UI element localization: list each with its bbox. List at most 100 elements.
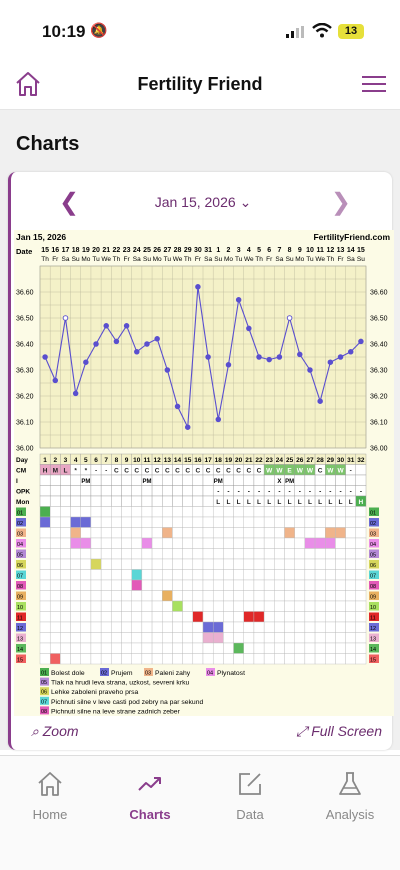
symptom-cell: [151, 579, 163, 591]
y-axis-label: 36.60: [16, 290, 34, 297]
symptom-cell: [121, 642, 132, 654]
symptom-cell: [131, 632, 143, 644]
symptom-cell: [304, 516, 316, 528]
symptom-cell: [49, 632, 61, 644]
symptom-cell: [212, 600, 224, 612]
edit-icon: [239, 773, 261, 795]
symptom-cell: [70, 653, 81, 665]
row-label: I: [16, 478, 18, 485]
symptom-cell: [355, 506, 367, 518]
symptom-cell: [162, 516, 173, 528]
i-value: PM: [142, 479, 151, 485]
date-label: 21: [102, 247, 110, 254]
weekday-label: Fr: [337, 256, 344, 263]
symptom-cell: [39, 653, 51, 665]
symptom-mark: [233, 642, 244, 654]
symptom-cell: [355, 558, 367, 570]
symptom-cell: [80, 506, 92, 518]
fertility-chart[interactable]: Jan 15, 2026 FertilityFriend.com Date 15 16 1…: [14, 230, 394, 772]
symptom-code-left: 07: [17, 574, 23, 580]
symptom-cell: [100, 611, 112, 623]
symptom-cell: [223, 653, 234, 665]
cm-value: E: [287, 468, 292, 475]
symptom-cell: [294, 632, 306, 644]
i-cell: [49, 474, 61, 486]
symptom-cell: [80, 590, 92, 602]
cycle-day: 31: [347, 457, 355, 464]
next-chevron-icon[interactable]: ❯: [331, 188, 351, 217]
tab-data[interactable]: Data: [200, 770, 300, 822]
symptom-cell: [202, 548, 214, 560]
symptom-cell: [39, 621, 51, 633]
symptom-cell: [80, 527, 92, 539]
symptom-cell: [274, 558, 285, 570]
temperature-point: [347, 349, 354, 355]
symptom-cell: [304, 506, 316, 518]
symptom-cell: [243, 569, 255, 581]
symptom-cell: [335, 537, 346, 549]
fullscreen-button[interactable]: ⤢ Full Screen: [296, 723, 382, 740]
opk-cell: [70, 485, 81, 497]
symptom-cell: [223, 632, 234, 644]
cm-value: L: [63, 468, 67, 475]
symptom-cell: [80, 642, 92, 654]
temperature-point: [235, 297, 242, 303]
symptom-cell: [49, 600, 61, 612]
mon-cell: [162, 495, 173, 507]
symptom-cell: [80, 621, 92, 633]
symptom-code-left: 14: [17, 647, 23, 653]
symptom-cell: [80, 548, 92, 560]
symptom-cell: [182, 632, 194, 644]
hamburger-menu-button[interactable]: [362, 76, 386, 97]
symptom-mark: [202, 632, 214, 644]
opk-cell: [182, 485, 194, 497]
symptom-cell: [274, 506, 285, 518]
symptom-cell: [162, 642, 173, 654]
symptom-cell: [182, 548, 194, 560]
temperature-point: [327, 359, 334, 365]
symptom-cell: [304, 600, 316, 612]
symptom-cell: [172, 579, 183, 591]
symptom-cell: [70, 506, 81, 518]
symptom-cell: [90, 642, 102, 654]
symptom-cell: [172, 611, 183, 623]
symptom-cell: [335, 506, 346, 518]
date-label: 31: [204, 247, 212, 254]
symptom-cell: [345, 537, 357, 549]
cycle-day: 16: [194, 457, 202, 464]
symptom-mark: [141, 537, 153, 549]
weekday-label: Fr: [124, 256, 131, 263]
mon-value: L: [216, 499, 220, 506]
symptom-cell: [335, 600, 346, 612]
opk-cell: [151, 485, 163, 497]
tab-charts[interactable]: Charts: [100, 770, 200, 822]
symptom-code-right: 11: [370, 616, 376, 622]
temperature-point: [154, 336, 160, 342]
symptom-cell: [121, 611, 132, 623]
symptom-cell: [294, 537, 306, 549]
tab-home[interactable]: Home: [0, 770, 100, 822]
temperature-point: [103, 323, 109, 329]
symptom-cell: [131, 506, 143, 518]
symptom-cell: [233, 600, 244, 612]
symptom-code-left: 01: [17, 511, 23, 517]
symptom-cell: [284, 548, 295, 560]
symptom-cell: [121, 506, 132, 518]
symptom-cell: [192, 600, 204, 612]
opk-cell: [111, 485, 122, 497]
symptom-cell: [111, 642, 122, 654]
symptom-cell: [314, 632, 326, 644]
symptom-cell: [325, 516, 336, 528]
symptom-cell: [141, 611, 153, 623]
cycle-day: 10: [133, 457, 141, 464]
symptom-cell: [90, 537, 102, 549]
symptom-cell: [151, 569, 163, 581]
i-cell: [233, 474, 244, 486]
zoom-button[interactable]: ⌕ Zoom: [31, 723, 79, 740]
i-value: PM: [81, 479, 90, 485]
symptom-mark: [212, 632, 224, 644]
symptom-cell: [182, 537, 194, 549]
symptom-cell: [274, 516, 285, 528]
symptom-cell: [294, 590, 306, 602]
tab-analysis[interactable]: Analysis: [300, 770, 400, 822]
